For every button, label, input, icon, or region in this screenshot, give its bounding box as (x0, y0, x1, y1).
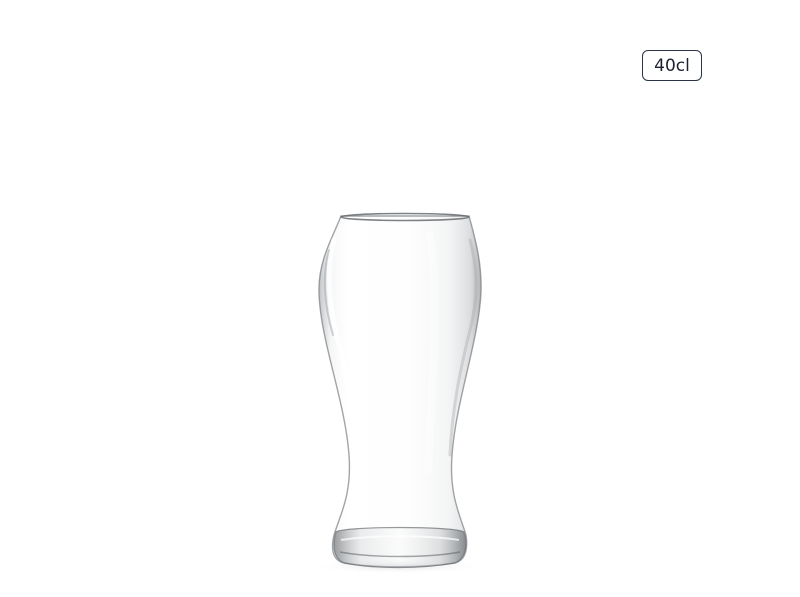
glass-base (333, 526, 467, 569)
capacity-badge: 40cl (642, 50, 702, 81)
beer-glass-image (308, 212, 488, 574)
capacity-label: 40cl (654, 55, 690, 76)
product-image-stage: 40cl (0, 0, 800, 597)
